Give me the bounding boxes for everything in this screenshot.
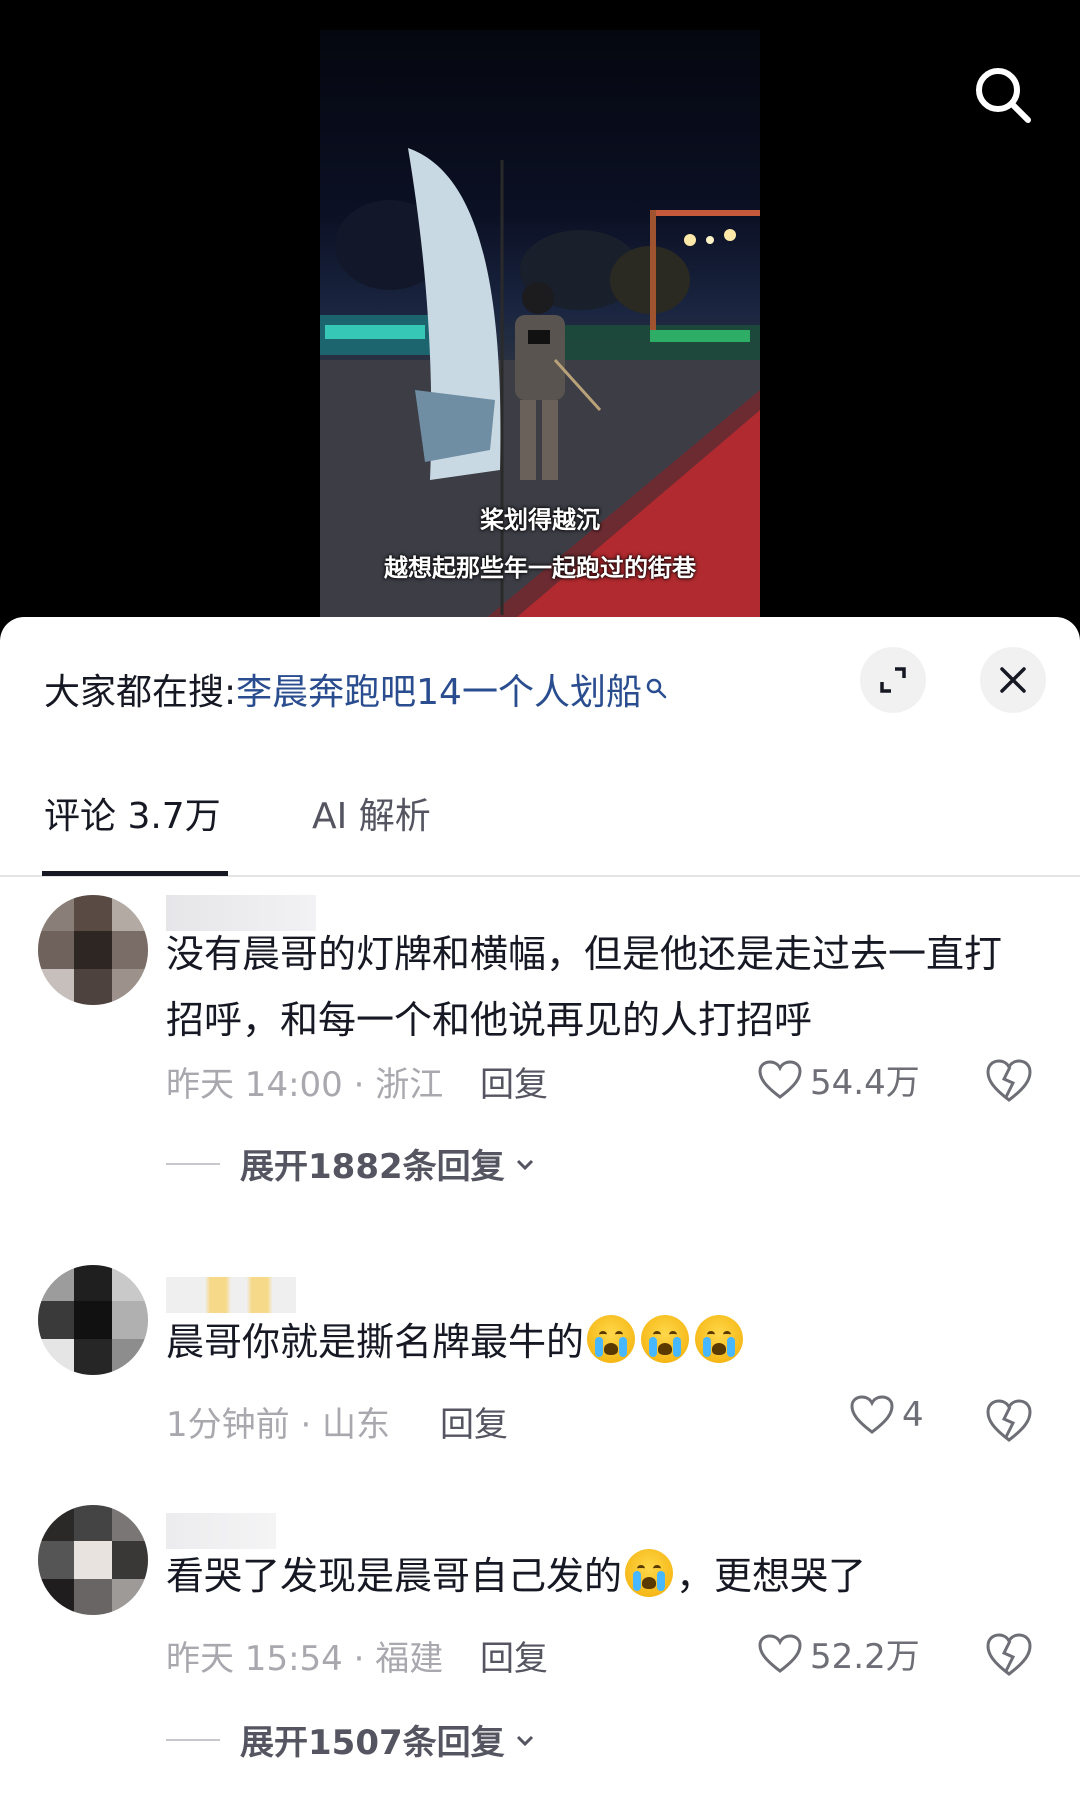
comment-text: 没有晨哥的灯牌和横幅，但是他还是走过去一直打招呼，和每一个和他说再见的人打招呼 <box>166 932 1003 1042</box>
like-count: 4 <box>902 1395 924 1435</box>
search-suggestion[interactable]: 大家都在搜: 李晨奔跑吧14一个人划船 <box>44 659 670 719</box>
comment-item: 看哭了发现是晨哥自己发的 ，更想哭了 昨天 15:54 · 福建 回复 52.2万… <box>0 1505 1080 1805</box>
search-suggestion-prefix: 大家都在搜: <box>44 672 237 713</box>
comment-meta: 昨天 14:00 · 浙江 <box>166 1065 444 1105</box>
avatar[interactable] <box>38 895 148 1005</box>
avatar-image <box>38 1505 148 1615</box>
username-blurred[interactable] <box>166 1277 296 1313</box>
expand-icon <box>880 667 906 693</box>
comment-text-after: ，更想哭了 <box>676 1554 867 1598</box>
avatar[interactable] <box>38 1265 148 1375</box>
heart-icon <box>758 1059 802 1099</box>
like-button[interactable]: 52.2万 <box>758 1629 920 1678</box>
close-button[interactable] <box>980 647 1046 713</box>
active-tab-indicator <box>42 871 228 876</box>
comment-tabs: 评论 3.7万 AI 解析 <box>0 757 1080 877</box>
close-icon <box>1000 667 1026 693</box>
reply-button[interactable]: 回复 <box>480 1057 548 1106</box>
crying-emoji <box>625 1549 674 1597</box>
search-button[interactable] <box>968 60 1040 132</box>
chevron-down-icon <box>516 1735 533 1746</box>
search-small-icon <box>646 678 667 699</box>
comment-meta: 昨天 15:54 · 福建 <box>166 1639 444 1679</box>
expand-replies-label: 展开1507条回复 <box>240 1723 505 1763</box>
video-subtitle-line1: 桨划得越沉 <box>480 506 600 534</box>
tab-comments[interactable]: 评论 3.7万 <box>44 787 221 839</box>
heart-icon <box>758 1633 802 1673</box>
like-count: 54.4万 <box>810 1063 920 1103</box>
avatar-image <box>38 1265 148 1375</box>
comment-text-body: 晨哥你就是撕名牌最牛的 <box>166 1320 585 1364</box>
crying-emoji <box>587 1315 636 1363</box>
video-subtitle-line2: 越想起那些年一起跑过的街巷 <box>384 554 696 582</box>
search-icon <box>976 68 1031 123</box>
comment-meta: 1分钟前 · 山东 <box>166 1405 391 1445</box>
divider <box>166 1162 220 1165</box>
expand-button[interactable] <box>860 647 926 713</box>
dislike-icon[interactable] <box>986 1633 1032 1677</box>
comment-text: 晨哥你就是撕名牌最牛的 <box>166 1309 1016 1375</box>
avatar[interactable] <box>38 1505 148 1615</box>
comment-item: 没有晨哥的灯牌和横幅，但是他还是走过去一直打招呼，和每一个和他说再见的人打招呼 … <box>0 887 1080 1227</box>
heart-icon <box>850 1395 894 1434</box>
comment-item: 晨哥你就是撕名牌最牛的 1分钟前 · 山东 回复 4 <box>0 1265 1080 1505</box>
dislike-icon[interactable] <box>986 1399 1032 1443</box>
avatar-image <box>38 895 148 1005</box>
reply-button[interactable]: 回复 <box>480 1631 548 1680</box>
divider <box>166 1738 220 1741</box>
expand-replies-label: 展开1882条回复 <box>240 1147 505 1187</box>
like-button[interactable]: 54.4万 <box>758 1055 920 1104</box>
crying-emoji <box>695 1315 744 1363</box>
expand-replies-button[interactable]: 展开1507条回复 <box>166 1715 537 1764</box>
crying-emoji <box>641 1315 690 1363</box>
search-suggestion-query[interactable]: 李晨奔跑吧14一个人划船 <box>236 663 642 715</box>
dislike-icon[interactable] <box>986 1059 1032 1103</box>
like-button[interactable]: 4 <box>850 1395 924 1435</box>
like-count: 52.2万 <box>810 1637 920 1677</box>
tab-ai-analysis[interactable]: AI 解析 <box>312 787 431 839</box>
expand-replies-button[interactable]: 展开1882条回复 <box>166 1139 537 1188</box>
video-area[interactable]: 桨划得越沉 越想起那些年一起跑过的街巷 <box>0 0 1080 640</box>
comment-text: 看哭了发现是晨哥自己发的 ，更想哭了 <box>166 1543 1016 1609</box>
chevron-down-icon <box>516 1159 533 1170</box>
video-frame[interactable]: 桨划得越沉 越想起那些年一起跑过的街巷 <box>320 30 760 640</box>
comment-text-before: 看哭了发现是晨哥自己发的 <box>166 1554 623 1598</box>
comment-sheet: 大家都在搜: 李晨奔跑吧14一个人划船 评论 3.7万 AI 解析 没有晨哥的灯… <box>0 617 1080 1809</box>
reply-button[interactable]: 回复 <box>440 1397 508 1446</box>
